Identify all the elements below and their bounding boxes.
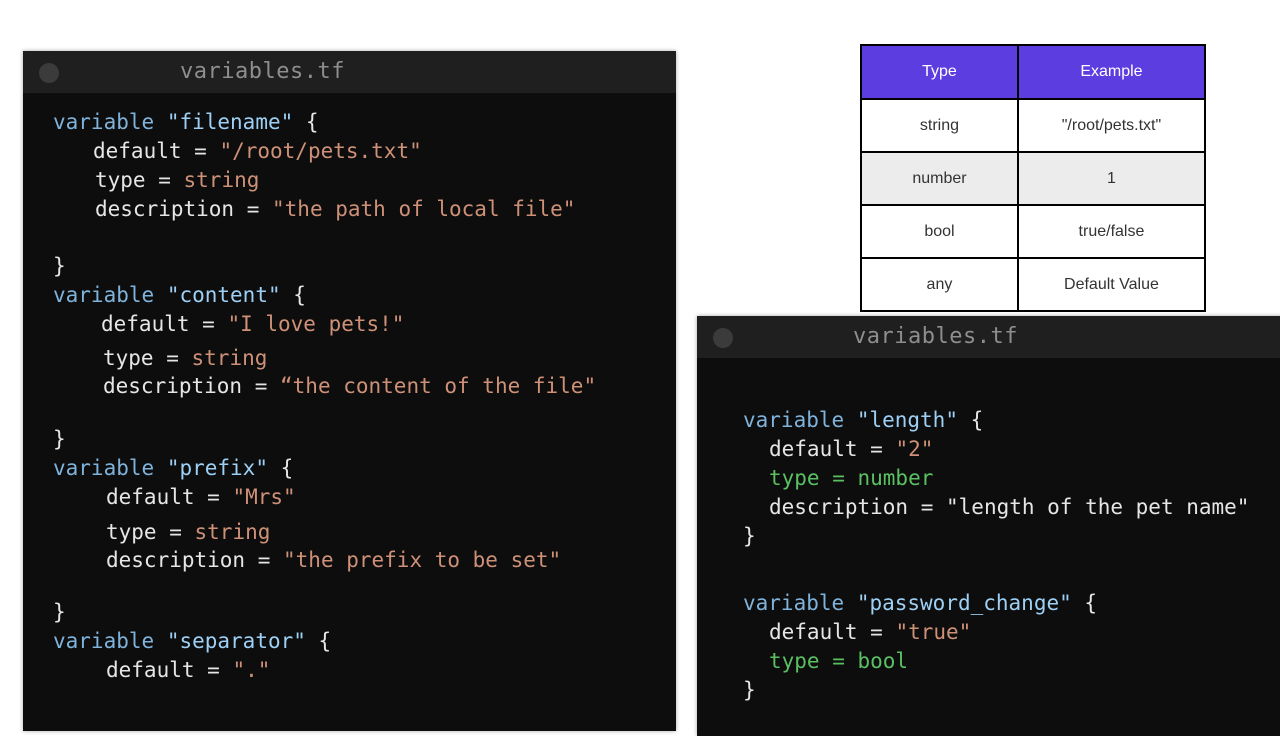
type-example-table: Type Example string "/root/pets.txt" num…: [860, 44, 1207, 312]
open-brace: {: [267, 456, 294, 480]
right-editor-filename: variables.tf: [853, 324, 1018, 349]
default-value: "/root/pets.txt": [219, 139, 422, 163]
open-brace: {: [957, 408, 984, 432]
default-key: default =: [106, 658, 233, 682]
default-key: default =: [101, 312, 228, 336]
table-cell-example: "/root/pets.txt": [1016, 98, 1207, 153]
code-line: default = "I love pets!": [101, 311, 404, 337]
open-brace: {: [1071, 591, 1098, 615]
default-value: "true": [895, 620, 972, 644]
table-cell-example: true/false: [1016, 204, 1207, 259]
default-value: "2": [895, 437, 934, 461]
table-cell-type: string: [860, 98, 1019, 153]
variable-name: "filename": [166, 110, 294, 134]
variable-name: "content": [166, 283, 281, 307]
code-line: default = "true": [769, 619, 971, 645]
default-key: default =: [769, 437, 896, 461]
table-cell-type: bool: [860, 204, 1019, 259]
code-line: default = "/root/pets.txt": [93, 138, 422, 164]
table-row: string "/root/pets.txt": [860, 98, 1207, 153]
code-keyword: variable: [53, 283, 155, 307]
left-code-editor: variables.tf variable "filename" { defau…: [23, 51, 676, 731]
close-brace: }: [743, 678, 756, 702]
variable-name: "password_change": [856, 591, 1072, 615]
description-key: description =: [106, 548, 284, 572]
type-key: type =: [106, 520, 195, 544]
right-code-editor: variables.tf variable "length" { default…: [697, 316, 1280, 736]
description-key: description =: [103, 374, 281, 398]
code-line: variable "length" {: [743, 407, 983, 433]
default-key: default =: [769, 620, 896, 644]
variable-name: "separator": [166, 629, 306, 653]
type-value: string: [183, 168, 260, 192]
description-value: “the content of the file": [280, 374, 597, 398]
open-brace: {: [305, 629, 332, 653]
table-header-row: Type Example: [860, 44, 1207, 100]
type-line: type = number: [769, 466, 934, 490]
default-key: default =: [93, 139, 220, 163]
type-value: string: [194, 520, 271, 544]
table-row: bool true/false: [860, 204, 1207, 259]
code-keyword: variable: [53, 629, 155, 653]
left-editor-titlebar: variables.tf: [23, 51, 676, 93]
code-line: description = "the prefix to be set": [106, 547, 561, 573]
close-brace: }: [743, 524, 756, 548]
default-value: "I love pets!": [227, 312, 405, 336]
code-line: variable "filename" {: [53, 109, 319, 135]
table-cell-example: 1: [1016, 151, 1207, 206]
close-brace: }: [53, 427, 66, 451]
column-header-type: Type: [860, 44, 1019, 100]
type-key: type =: [95, 168, 184, 192]
variable-name: "length": [856, 408, 958, 432]
code-line: default = "Mrs": [106, 484, 296, 510]
code-line: default = ".": [106, 657, 270, 683]
code-line: type = string: [95, 167, 259, 193]
default-value: "Mrs": [232, 485, 296, 509]
description-key: description =: [95, 197, 273, 221]
window-circle-icon[interactable]: [39, 63, 59, 83]
type-line: type = bool: [769, 649, 909, 673]
code-line: description = “the content of the file": [103, 373, 596, 399]
column-header-example: Example: [1016, 44, 1207, 100]
code-line: variable "separator" {: [53, 628, 331, 654]
code-keyword: variable: [53, 456, 155, 480]
description-value: "the prefix to be set": [283, 548, 562, 572]
default-key: default =: [106, 485, 233, 509]
left-editor-filename: variables.tf: [180, 59, 345, 84]
open-brace: {: [293, 110, 319, 134]
close-brace: }: [53, 254, 66, 278]
default-value: ".": [232, 658, 271, 682]
variable-name: "prefix": [166, 456, 268, 480]
table-row: number 1: [860, 151, 1207, 206]
code-line: variable "prefix" {: [53, 455, 293, 481]
code-line: default = "2": [769, 436, 933, 462]
description-value: "length of the pet name": [946, 495, 1250, 519]
open-brace: {: [280, 283, 306, 307]
code-line: description = "the path of local file": [95, 196, 575, 222]
close-brace: }: [53, 600, 66, 624]
description-value: "the path of local file": [272, 197, 576, 221]
code-line: variable "password_change" {: [743, 590, 1097, 616]
table-cell-type: any: [860, 257, 1019, 312]
table-cell-type: number: [860, 151, 1019, 206]
table-cell-example: Default Value: [1016, 257, 1207, 312]
code-keyword: variable: [743, 591, 845, 615]
code-line: type = string: [106, 519, 270, 545]
window-circle-icon[interactable]: [713, 328, 733, 348]
code-line: variable "content" {: [53, 282, 306, 308]
description-key: description =: [769, 495, 947, 519]
right-editor-titlebar: variables.tf: [697, 316, 1280, 358]
code-line: description = "length of the pet name": [769, 494, 1249, 520]
code-line: type = string: [103, 345, 267, 371]
code-keyword: variable: [743, 408, 845, 432]
code-keyword: variable: [53, 110, 155, 134]
type-key: type =: [103, 346, 192, 370]
table-row: any Default Value: [860, 257, 1207, 312]
type-value: string: [191, 346, 268, 370]
